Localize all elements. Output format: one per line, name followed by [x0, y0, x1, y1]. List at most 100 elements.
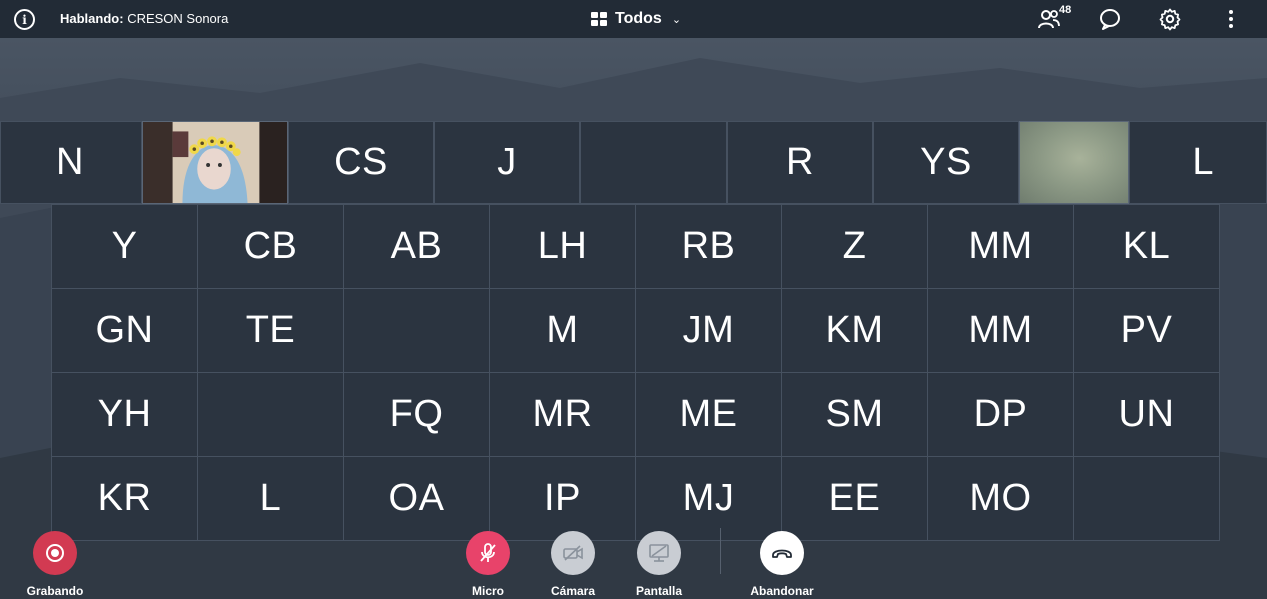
participant-tile[interactable]: SM [781, 372, 928, 457]
participant-tile[interactable]: OA [343, 456, 490, 541]
participant-initials: L [1192, 141, 1214, 183]
participant-initials: GN [95, 309, 154, 351]
participant-initials: AB [390, 225, 443, 267]
hangup-icon[interactable] [760, 531, 804, 575]
chevron-down-icon: ⌄ [671, 13, 682, 26]
participant-initials: MM [968, 225, 1033, 267]
participant-tile[interactable]: YH [51, 372, 198, 457]
participant-tile[interactable]: CB [197, 204, 344, 289]
speaking-indicator: Hablando: CRESON Sonora [60, 11, 228, 26]
participant-tile[interactable]: RB [635, 204, 782, 289]
participant-initials: YS [920, 141, 972, 183]
participant-initials: IP [544, 477, 581, 519]
participant-initials: RB [681, 225, 736, 267]
camera-label: Cámara [550, 584, 596, 598]
layout-selector[interactable]: Todos ⌄ [591, 8, 681, 30]
participant-tile[interactable]: MR [489, 372, 636, 457]
participant-initials: ME [679, 393, 738, 435]
participant-tile[interactable]: DP [927, 372, 1074, 457]
participant-tile[interactable]: KR [51, 456, 198, 541]
participant-initials: YH [97, 393, 152, 435]
participant-tile[interactable]: CS [288, 121, 434, 204]
participant-tile[interactable]: MO [927, 456, 1074, 541]
screen-control[interactable]: Pantalla [624, 531, 694, 598]
participant-tile[interactable]: M [489, 288, 636, 373]
screen-label: Pantalla [635, 584, 683, 598]
participant-initials: TE [245, 309, 296, 351]
mic-label: Micro [471, 584, 504, 598]
participant-tile[interactable]: N [0, 121, 142, 204]
participant-tile[interactable]: LH [489, 204, 636, 289]
gear-icon[interactable] [1157, 6, 1183, 32]
more-vertical-icon[interactable] [1218, 6, 1244, 32]
webcam-video [143, 122, 287, 203]
participant-initials: MM [968, 309, 1033, 351]
participant-tile[interactable]: L [197, 456, 344, 541]
participant-tile[interactable]: YS [873, 121, 1019, 204]
participant-tile[interactable]: FQ [343, 372, 490, 457]
info-icon[interactable]: i [14, 9, 35, 30]
record-label: Grabando [26, 584, 84, 598]
participant-tile[interactable]: JM [635, 288, 782, 373]
participant-tile[interactable]: KL [1073, 204, 1220, 289]
participant-initials: DP [973, 393, 1028, 435]
participant-initials: KL [1122, 225, 1171, 267]
participant-initials: MR [532, 393, 593, 435]
participant-tile[interactable]: MJ [635, 456, 782, 541]
participant-initials: KM [825, 309, 884, 351]
speaking-name: CRESON Sonora [127, 11, 229, 26]
mic-control[interactable]: Micro [458, 531, 518, 598]
participant-initials: UN [1118, 393, 1175, 435]
participant-tile[interactable]: GN [51, 288, 198, 373]
camera-control[interactable]: Cámara [543, 531, 603, 598]
participant-tile[interactable]: IP [489, 456, 636, 541]
leave-label: Abandonar [750, 584, 814, 598]
participant-initials: LH [537, 225, 588, 267]
grid-icon [591, 12, 607, 26]
participant-tile[interactable]: Y [51, 204, 198, 289]
participant-tile[interactable]: KM [781, 288, 928, 373]
layout-label: Todos [615, 10, 662, 27]
participant-initials: FQ [389, 393, 444, 435]
participant-tile[interactable]: L [1129, 121, 1267, 204]
top-bar: i Hablando: CRESON Sonora Todos ⌄ 48 [0, 0, 1267, 38]
participant-initials: CB [243, 225, 298, 267]
participant-tile[interactable]: PV [1073, 288, 1220, 373]
participant-tile[interactable] [343, 288, 490, 373]
record-icon[interactable] [33, 531, 77, 575]
blurred-video [1020, 122, 1128, 203]
participant-initials: M [546, 309, 579, 351]
participant-video-tile[interactable] [1019, 121, 1129, 204]
participant-tile[interactable] [1073, 456, 1220, 541]
record-control[interactable]: Grabando [18, 531, 92, 598]
participant-count: 48 [1059, 4, 1072, 16]
controls-divider [720, 528, 721, 574]
participant-tile[interactable]: MM [927, 204, 1074, 289]
participant-tile[interactable]: TE [197, 288, 344, 373]
screen-share-off-icon[interactable] [637, 531, 681, 575]
leave-control[interactable]: Abandonar [742, 531, 822, 598]
participant-initials: SM [825, 393, 884, 435]
mic-off-icon[interactable] [466, 531, 510, 575]
participant-initials: N [56, 141, 84, 183]
participant-tile[interactable]: Z [781, 204, 928, 289]
participant-tile[interactable] [580, 121, 727, 204]
participant-initials: MO [969, 477, 1032, 519]
participant-tile[interactable]: ME [635, 372, 782, 457]
participant-video-tile[interactable] [142, 121, 288, 204]
camera-off-icon[interactable] [551, 531, 595, 575]
participant-tile[interactable]: MM [927, 288, 1074, 373]
speaking-prefix: Hablando: [60, 11, 124, 26]
chat-icon[interactable] [1097, 6, 1123, 32]
participant-tile[interactable]: R [727, 121, 873, 204]
participant-initials: MJ [682, 477, 735, 519]
participant-tile[interactable]: UN [1073, 372, 1220, 457]
participant-tile[interactable]: J [434, 121, 580, 204]
participant-initials: KR [97, 477, 152, 519]
participant-tile[interactable] [197, 372, 344, 457]
participant-initials: J [497, 141, 517, 183]
participant-tile[interactable]: AB [343, 204, 490, 289]
participant-tile[interactable]: EE [781, 456, 928, 541]
participant-initials: R [786, 141, 814, 183]
participant-initials: PV [1120, 309, 1173, 351]
